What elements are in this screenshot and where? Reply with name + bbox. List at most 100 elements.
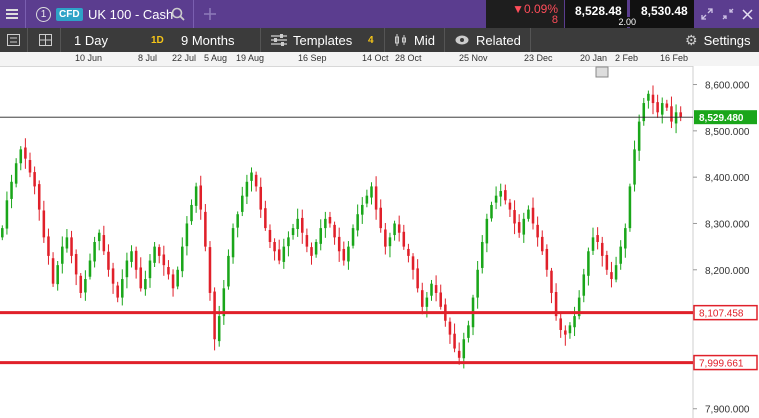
buy-button[interactable]: 8,530.48 [630, 0, 694, 28]
candle-body [259, 186, 263, 210]
templates-icon [271, 34, 287, 46]
event-marker-icon [595, 66, 609, 78]
level-price-label: 8,107.458 [699, 309, 744, 320]
candle-body [19, 149, 23, 164]
price-chart[interactable]: 8,600.000 8,500.000 8,400.000 8,300.000 8,20… [0, 66, 759, 418]
candle-body [56, 265, 59, 285]
candle-body [531, 207, 535, 224]
candle-body [213, 291, 216, 340]
date-label: 22 Jul [172, 53, 197, 63]
close-icon[interactable] [742, 0, 753, 28]
candle-body [139, 267, 143, 289]
spread-value: 2.00 [615, 17, 639, 27]
candle-body [647, 93, 650, 101]
candle-body [605, 254, 609, 270]
candle-body [217, 316, 221, 342]
candle-body [28, 160, 32, 173]
candle-body [499, 191, 502, 197]
candle-body [642, 103, 646, 122]
candle-body [393, 223, 396, 236]
candle-body [614, 265, 618, 280]
layout-list-icon[interactable] [7, 28, 20, 52]
date-label: 5 Aug [204, 53, 228, 63]
candle-body [148, 260, 152, 279]
candle-body [14, 163, 18, 184]
menu-icon[interactable] [6, 0, 18, 28]
candle-body [121, 279, 124, 298]
candle-body [208, 247, 212, 293]
candle-body [674, 112, 678, 124]
candle-body [199, 185, 203, 210]
instrument-type-badge: CFD [56, 7, 83, 21]
candle-body [513, 210, 516, 224]
date-label: 2 Feb [615, 53, 639, 63]
candle-body [568, 325, 572, 334]
price-mode-select[interactable]: Mid [394, 28, 435, 52]
y-tick-label: 8,600.000 [705, 81, 750, 92]
settings-button[interactable]: ⚙ Settings [685, 28, 751, 52]
candle-body [356, 214, 359, 231]
candle-body [231, 228, 235, 258]
search-icon[interactable] [171, 0, 185, 28]
date-label: 20 Jan [580, 53, 608, 63]
candle-body [527, 209, 530, 219]
settings-label: Settings [703, 32, 751, 48]
timeframe-badge: 1D [151, 34, 164, 46]
add-panel-icon[interactable] [204, 0, 216, 28]
related-button[interactable]: Related [455, 28, 521, 52]
candle-body [167, 267, 170, 275]
y-tick-label: 8,500.000 [705, 127, 750, 138]
date-label: 8 Jul [138, 53, 158, 63]
candle-body [287, 237, 290, 247]
date-label: 10 Jun [75, 53, 103, 63]
candle-body [633, 149, 636, 185]
candle-body [370, 186, 373, 198]
candle-body [610, 272, 613, 280]
y-tick-label: 8,300.000 [705, 219, 750, 230]
candle-body [337, 236, 341, 252]
candle-body [305, 235, 309, 247]
candle-body [508, 202, 512, 210]
sell-price: 8,528.48 [575, 4, 622, 18]
candle-body [402, 231, 406, 247]
change-points: 8 [551, 14, 558, 26]
candle-body [374, 186, 378, 210]
candle-body [102, 235, 106, 252]
candle-body [5, 200, 9, 229]
candle-body [411, 256, 415, 270]
candle-body [236, 214, 239, 228]
candle-body [130, 251, 133, 262]
candle-body [453, 333, 456, 349]
templates-button[interactable]: Templates [271, 28, 352, 52]
price-change-box: ▼0.09% 8 [486, 0, 564, 28]
eye-icon [455, 35, 469, 45]
candle-body [536, 224, 539, 238]
collapse-icon[interactable] [722, 0, 734, 28]
expand-icon[interactable] [701, 0, 713, 28]
candle-body [462, 339, 466, 359]
candle-body [24, 147, 27, 159]
candle-body [204, 211, 207, 247]
candle-body [319, 228, 323, 244]
price-mode-label: Mid [414, 32, 435, 48]
candle-body [88, 260, 92, 277]
candle-body [181, 246, 184, 272]
candle-body [448, 321, 452, 335]
candle-body [310, 247, 313, 256]
instrument-name[interactable]: UK 100 - Cash [88, 7, 173, 22]
candle-body [388, 237, 392, 247]
candle-body [116, 285, 119, 298]
templates-label: Templates [293, 32, 353, 48]
layout-grid-icon[interactable] [39, 28, 52, 52]
buy-price: 8,530.48 [641, 4, 688, 18]
timeframe-select[interactable]: 1 Day [74, 28, 108, 52]
date-label: 23 Dec [524, 53, 553, 63]
sell-button[interactable]: 8,528.48 2.00 [565, 0, 639, 28]
candle-body [430, 283, 433, 296]
candle-body [33, 172, 36, 187]
candle-body [457, 350, 461, 358]
period-select[interactable]: 9 Months [181, 28, 234, 52]
candle-body [559, 318, 562, 330]
candle-body [347, 246, 350, 262]
chart-toolbar: 1 Day 1D 9 Months Templates 4 Mid Relate… [0, 28, 759, 52]
